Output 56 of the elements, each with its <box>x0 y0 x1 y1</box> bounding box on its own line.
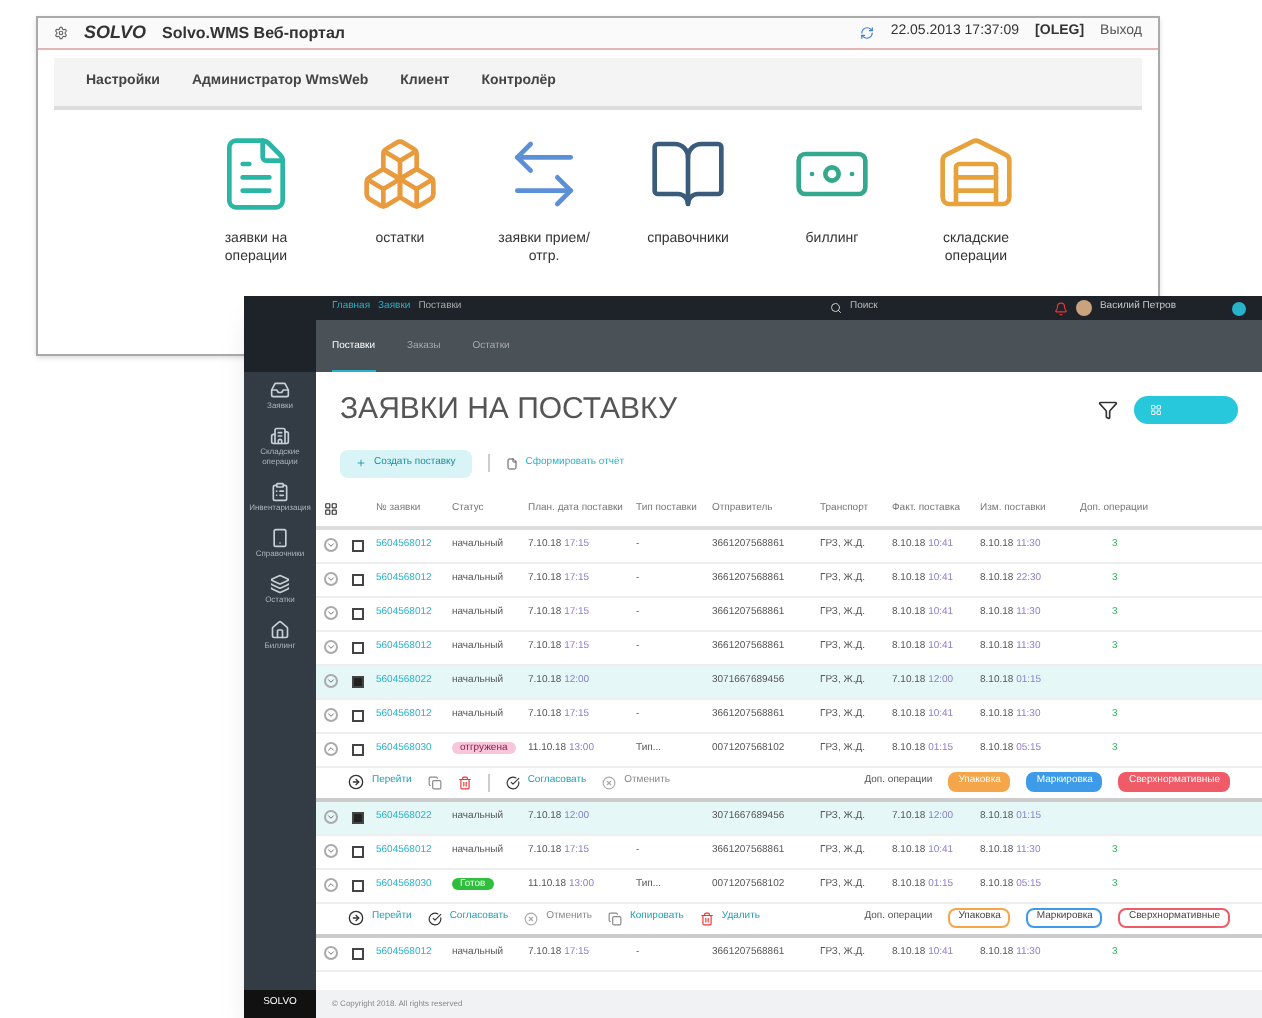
row-checkbox[interactable] <box>352 879 364 891</box>
refresh-icon[interactable] <box>860 26 875 40</box>
expand-toggle[interactable] <box>324 810 338 824</box>
check-circle-icon <box>505 775 520 789</box>
expand-toggle[interactable] <box>324 844 338 858</box>
x-circle-icon <box>602 775 617 789</box>
row-checkbox[interactable] <box>352 947 364 959</box>
arrow-circle-icon <box>348 910 364 926</box>
action-button[interactable] <box>1134 396 1238 425</box>
trash-icon <box>699 911 714 925</box>
house-icon <box>270 620 290 640</box>
expand-toggle[interactable] <box>324 708 338 722</box>
phone-icon <box>270 528 290 548</box>
expand-toggle[interactable] <box>324 946 338 960</box>
settings-icon[interactable] <box>54 26 68 40</box>
building-icon <box>270 426 290 446</box>
arrow-circle-icon <box>348 774 364 790</box>
solvo-logo: SOLVO <box>84 19 147 46</box>
check-circle-icon <box>427 911 442 925</box>
row-checkbox[interactable] <box>352 709 364 721</box>
portal-title: Solvo.WMS Веб-портал <box>162 21 345 45</box>
search-icon[interactable] <box>829 302 842 314</box>
expand-toggle[interactable] <box>324 640 338 654</box>
filter-icon[interactable] <box>1098 400 1118 421</box>
expand-toggle[interactable] <box>324 878 338 892</box>
page-heading: ЗАЯВКИ НА ПОСТАВКУ <box>340 390 677 430</box>
boxes-icon[interactable] <box>360 134 440 214</box>
layers-icon <box>270 574 290 594</box>
avatar-icon[interactable] <box>1075 300 1092 316</box>
file-icon <box>505 457 518 469</box>
copy-icon <box>427 775 442 789</box>
help-icon[interactable] <box>1232 301 1246 315</box>
expand-toggle[interactable] <box>324 606 338 620</box>
expand-toggle[interactable] <box>324 538 338 552</box>
row-checkbox[interactable] <box>352 607 364 619</box>
row-checkbox[interactable] <box>352 573 364 585</box>
row-checkbox[interactable] <box>352 641 364 653</box>
expand-toggle[interactable] <box>324 572 338 586</box>
columns-icon[interactable] <box>324 502 338 516</box>
x-circle-icon <box>524 911 539 925</box>
row-checkbox[interactable] <box>352 539 364 551</box>
row-checkbox[interactable] <box>352 811 364 823</box>
copy-icon <box>607 911 622 925</box>
tray-icon <box>270 380 290 400</box>
row-checkbox[interactable] <box>352 675 364 687</box>
expand-toggle[interactable] <box>324 674 338 688</box>
expand-toggle[interactable] <box>324 742 338 756</box>
delete-button[interactable] <box>457 775 472 789</box>
copy-button[interactable] <box>427 775 442 789</box>
bell-icon[interactable] <box>1053 301 1068 315</box>
row-checkbox[interactable] <box>352 743 364 755</box>
grid-icon <box>1150 404 1162 417</box>
plus-icon <box>356 458 366 468</box>
row-checkbox[interactable] <box>352 845 364 857</box>
clipboard-icon <box>270 482 290 502</box>
trash-icon <box>457 775 472 789</box>
